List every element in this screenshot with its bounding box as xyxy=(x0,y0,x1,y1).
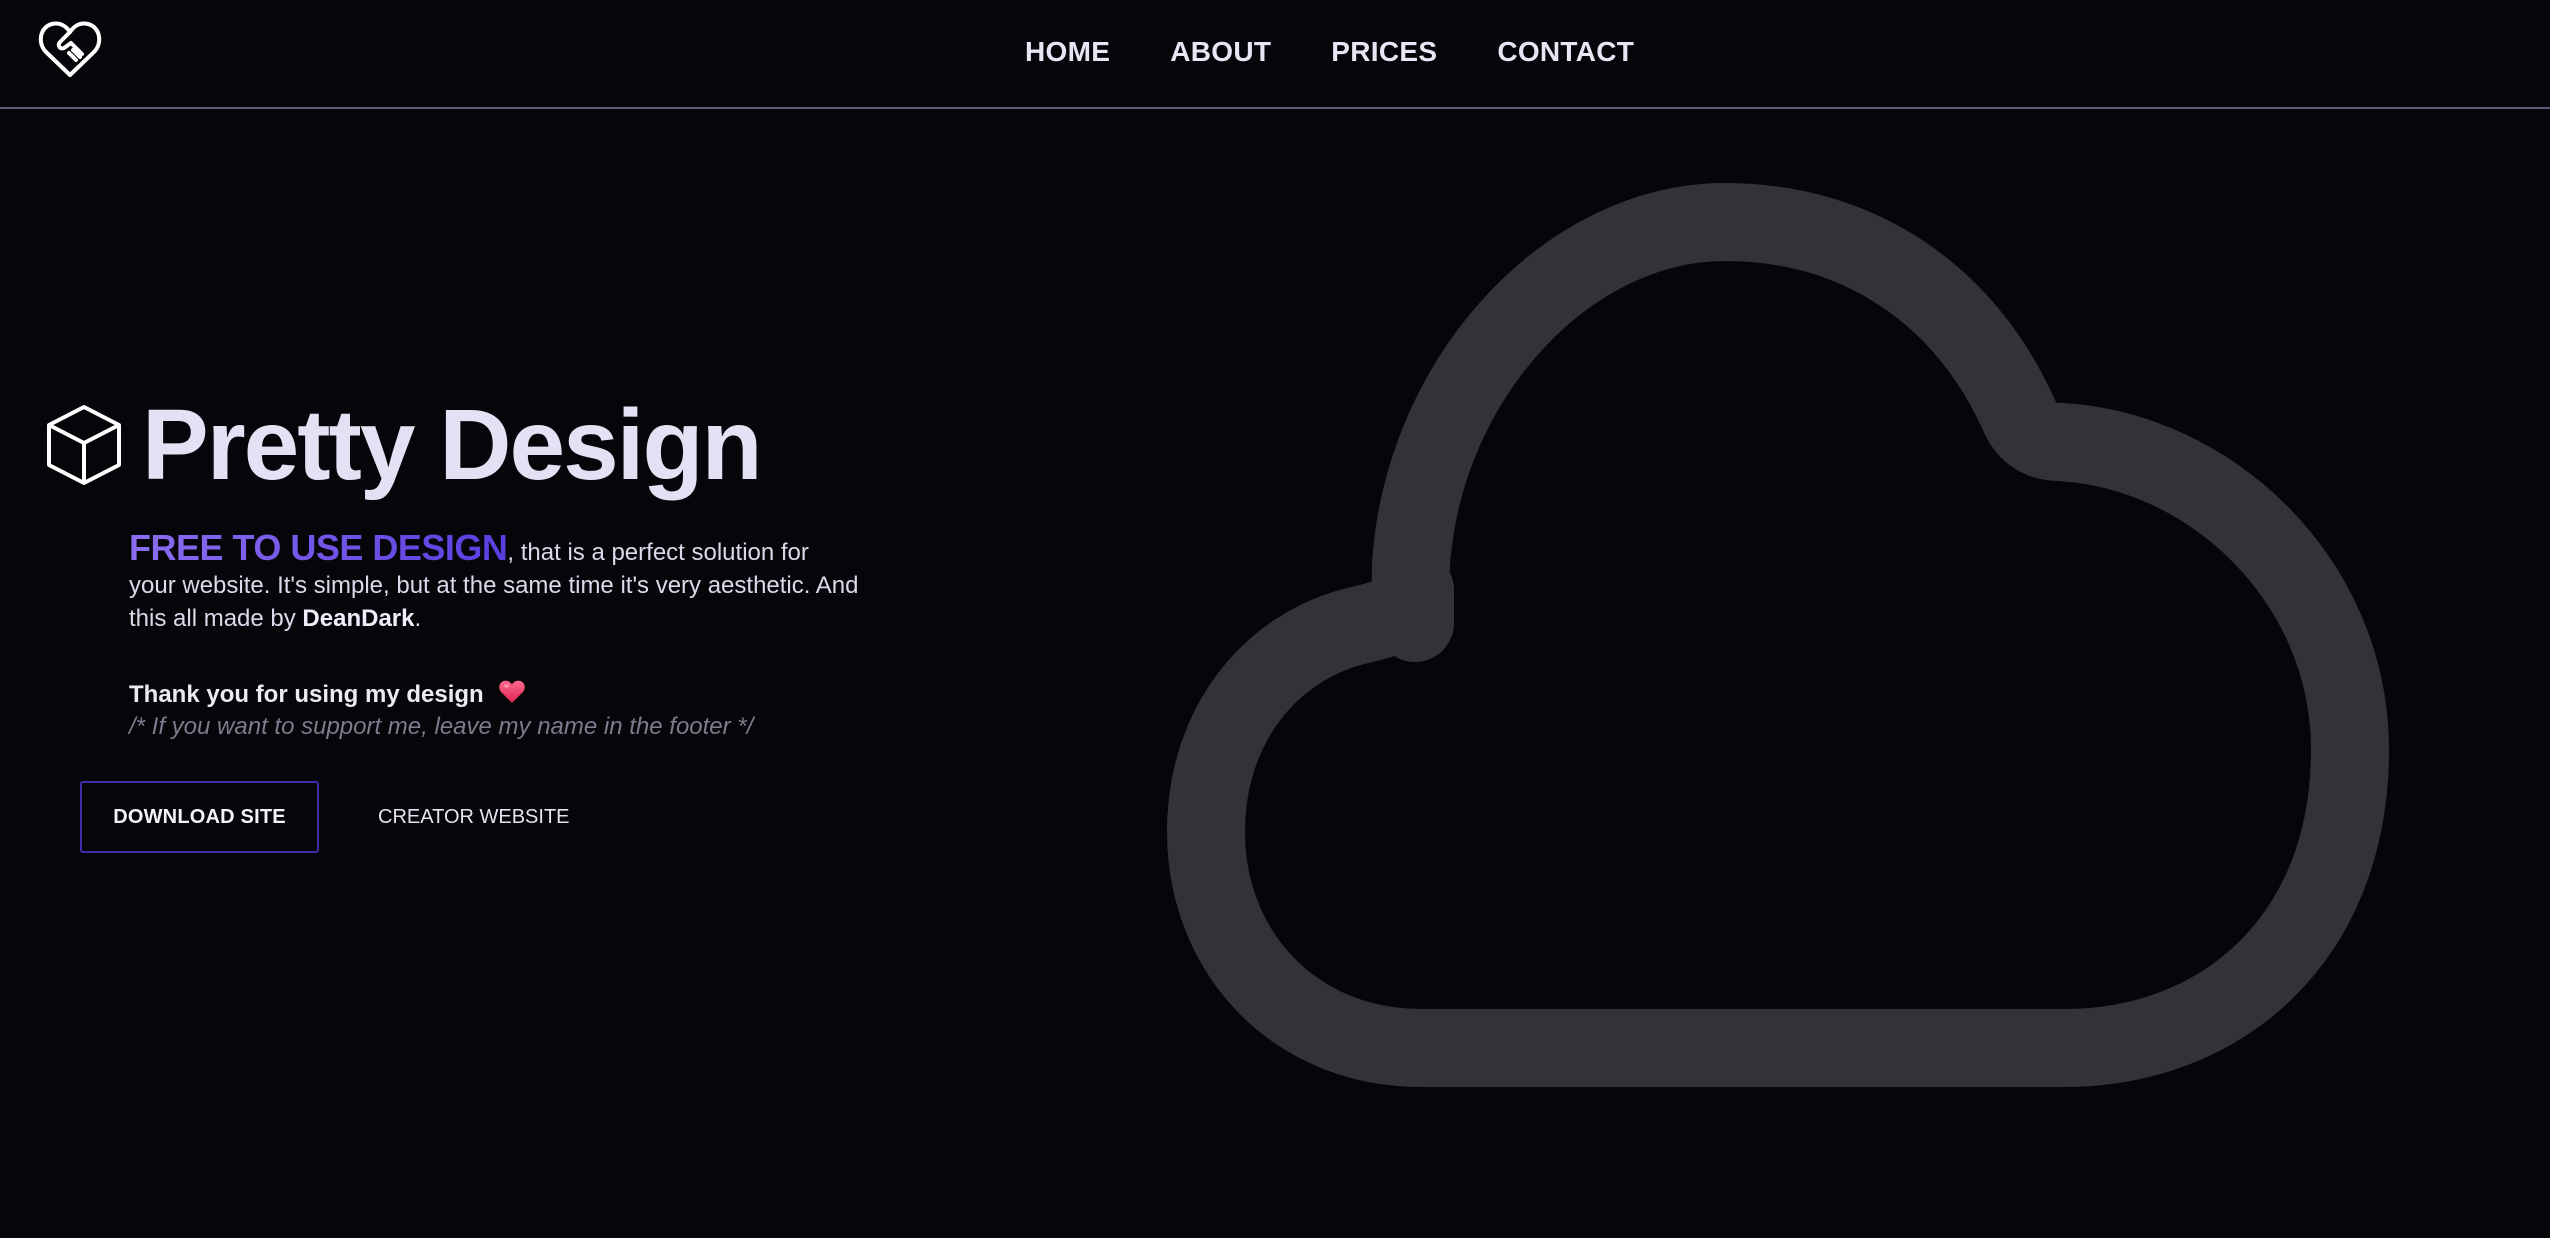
free-design-highlight: FREE TO USE DESIGN xyxy=(129,527,508,568)
intro-paragraph: FREE TO USE DESIGN, that is a perfect so… xyxy=(129,530,859,635)
main-nav: HOME ABOUT PRICES CONTACT xyxy=(1025,34,1634,70)
download-site-button[interactable]: DOWNLOAD SITE xyxy=(80,781,319,853)
creator-website-link[interactable]: CREATOR WEBSITE xyxy=(378,802,570,832)
page-title: Pretty Design xyxy=(142,389,763,501)
heart-icon xyxy=(499,680,526,703)
nav-home[interactable]: HOME xyxy=(1025,34,1110,70)
hero-title-row: Pretty Design xyxy=(44,389,763,501)
cube-icon xyxy=(47,405,121,485)
intro-end: . xyxy=(414,605,422,632)
thanks-line: Thank you for using my design xyxy=(129,678,526,712)
site-header: HOME ABOUT PRICES CONTACT xyxy=(0,0,2550,109)
nav-prices[interactable]: PRICES xyxy=(1331,34,1437,70)
nav-about[interactable]: ABOUT xyxy=(1170,34,1271,70)
thanks-text: Thank you for using my design xyxy=(129,681,484,708)
author-name: DeanDark xyxy=(302,605,415,632)
nav-contact[interactable]: CONTACT xyxy=(1497,34,1634,70)
support-note: /* If you want to support me, leave my n… xyxy=(129,713,754,740)
heart-handshake-icon[interactable] xyxy=(38,19,102,79)
cloud-icon xyxy=(1167,183,2389,1087)
